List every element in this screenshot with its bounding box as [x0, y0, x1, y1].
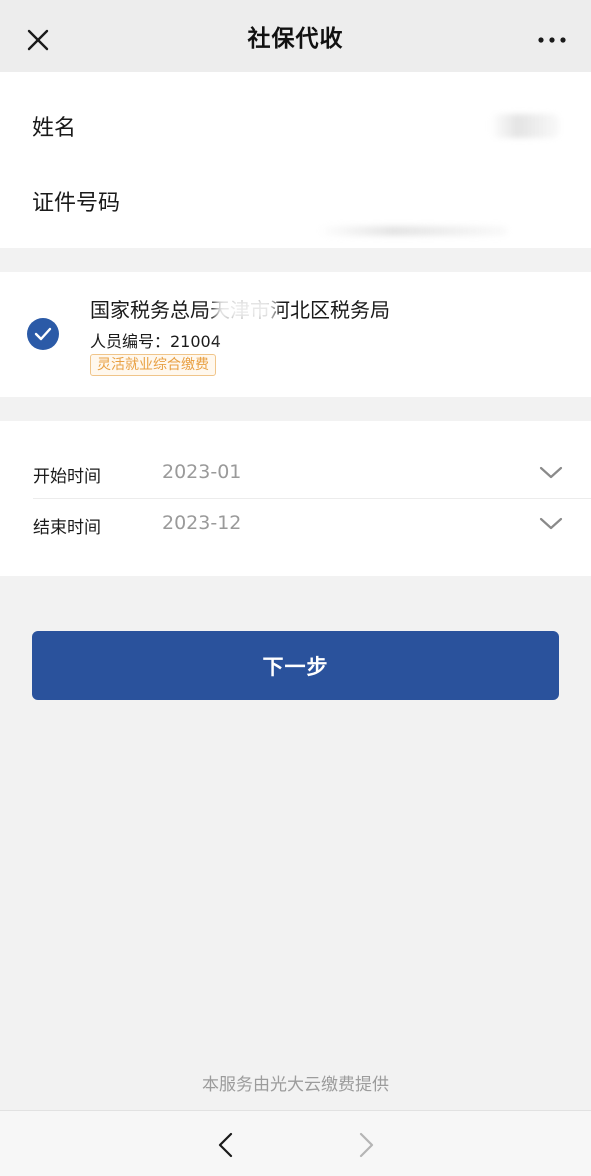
- person-id: 人员编号：21004: [90, 332, 221, 351]
- page-title: 社保代收: [247, 26, 344, 52]
- tax-bureau-item[interactable]: 国家税务总局天津市河北区税务局 人员编号：21004 灵活就业综合缴费: [0, 272, 591, 397]
- service-provider-text: 本服务由光大云缴费提供: [202, 1075, 389, 1095]
- chevron-down-icon[interactable]: [538, 515, 564, 533]
- page: 社保代收 姓名 证件号码 国家税务总局天津市河北区税务局 人员编号：21004 …: [0, 0, 591, 1176]
- masked-id-value: [318, 226, 508, 236]
- chevron-down-icon[interactable]: [538, 464, 564, 482]
- navbar: 社保代收: [0, 0, 591, 72]
- browser-bottom-bar: [0, 1110, 591, 1176]
- end-date-value: 2023-12: [162, 512, 242, 534]
- id-number-label: 证件号码: [32, 191, 121, 216]
- identity-card: 姓名 证件号码: [0, 72, 591, 248]
- back-arrow-icon[interactable]: [214, 1131, 238, 1159]
- payment-type-badge: 灵活就业综合缴费: [90, 354, 216, 376]
- close-icon[interactable]: [22, 24, 54, 56]
- start-date-picker[interactable]: 开始时间 2023-01: [0, 448, 591, 499]
- date-panel: 开始时间 2023-01 结束时间 2023-12: [0, 421, 591, 576]
- redaction-blur: [215, 296, 275, 322]
- masked-name-value: [490, 114, 560, 138]
- redaction-blur: [222, 328, 282, 352]
- name-label: 姓名: [32, 116, 77, 141]
- forward-arrow-icon[interactable]: [354, 1131, 378, 1159]
- end-date-picker[interactable]: 结束时间 2023-12: [0, 499, 591, 550]
- start-date-label: 开始时间: [33, 467, 101, 487]
- check-circle-icon[interactable]: [27, 318, 59, 350]
- start-date-value: 2023-01: [162, 461, 242, 483]
- more-icon[interactable]: [535, 28, 569, 52]
- end-date-label: 结束时间: [33, 518, 101, 538]
- next-step-button[interactable]: 下一步: [32, 631, 559, 700]
